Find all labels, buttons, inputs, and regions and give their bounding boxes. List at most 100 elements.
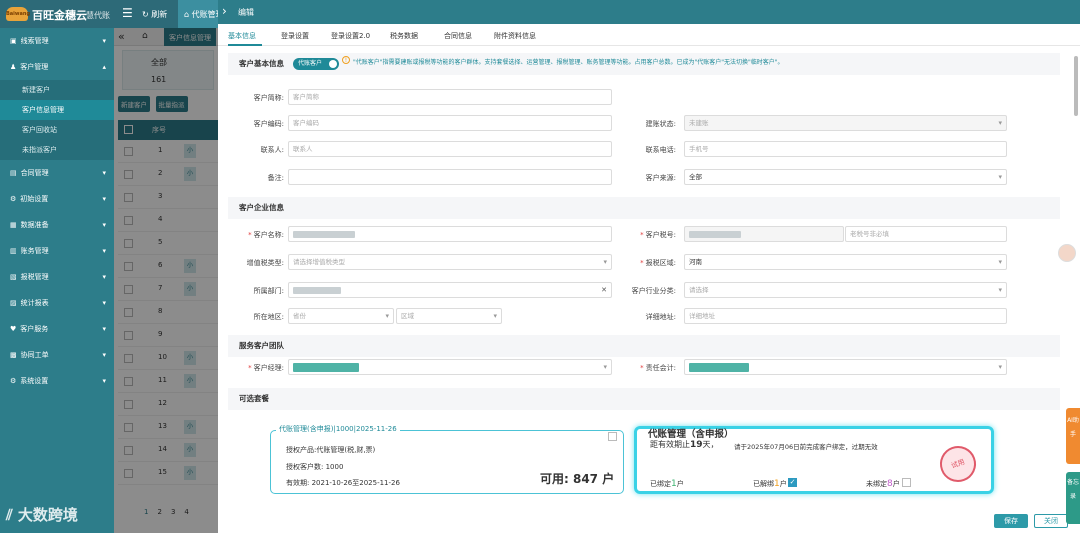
toggle-label: 代账客户 <box>298 60 323 67</box>
sidebar-item-label: 账务管理 <box>20 247 49 255</box>
save-button[interactable]: 保存 <box>994 514 1028 528</box>
tax-number-label: 客户税号: <box>606 230 676 240</box>
scrollbar[interactable] <box>1074 56 1078 116</box>
clue-icon: ▣ <box>10 37 17 45</box>
contact-label: 联系人: <box>260 146 284 154</box>
tab-login-settings-2[interactable]: 登录设置2.0 <box>331 31 370 41</box>
chevron-down-icon: ▾ <box>998 258 1002 266</box>
tax-area-select[interactable]: 河南 ▾ <box>684 254 1007 270</box>
vat-type-placeholder: 请选择增值税类型 <box>293 258 345 266</box>
district-placeholder: 区域 <box>401 312 414 320</box>
sidebar-item-contracts[interactable]: ▤ 合同管理 ▾ <box>0 160 114 186</box>
sidebar-item-label: 统计报表 <box>20 299 49 307</box>
sidebar-item-customers[interactable]: ♟ 客户管理 ▴ <box>0 54 114 80</box>
status-select[interactable]: 未建账 ▾ <box>684 115 1007 131</box>
region-label: 所在地区: <box>253 313 284 321</box>
sidebar-sub-recycle[interactable]: 客户回收站 <box>0 120 114 140</box>
settings-icon: ⚙ <box>10 377 17 385</box>
home-icon: ⌂ <box>184 10 192 19</box>
accountant-select[interactable]: ▾ <box>684 359 1007 375</box>
address-input[interactable]: 详细地址 <box>684 308 1007 324</box>
tab-login-settings[interactable]: 登录设置 <box>281 31 309 41</box>
old-tax-number-input[interactable]: 老税号非必填 <box>845 226 1007 242</box>
gear-icon: ⚙ <box>10 195 17 203</box>
refresh-button[interactable]: ↻ 刷新 <box>142 9 167 20</box>
chevron-up-icon: ▴ <box>102 63 106 71</box>
chevron-right-icon[interactable]: › <box>222 4 227 18</box>
sidebar-item-ledger[interactable]: ▥ 账务管理 ▾ <box>0 238 114 264</box>
app-brand-sub: 慧代账 <box>86 11 110 20</box>
remark-label: 备注: <box>267 174 284 182</box>
watermark: ⫽ 大数跨境 <box>6 504 78 525</box>
sidebar-item-init[interactable]: ⚙ 初始设置 ▾ <box>0 186 114 212</box>
remark-input[interactable] <box>288 169 612 185</box>
menu-icon[interactable]: ☰ <box>122 6 133 20</box>
chevron-down-icon: ▾ <box>102 299 106 307</box>
sidebar-item-tax[interactable]: ▧ 报税管理 ▾ <box>0 264 114 290</box>
watermark-logo-icon: ⫽ <box>6 506 18 524</box>
sidebar-item-label: 合同管理 <box>20 169 49 177</box>
redacted-text <box>293 286 341 294</box>
ai-assistant-tab[interactable]: AI助手 <box>1066 408 1080 464</box>
chevron-down-icon: ▾ <box>998 286 1002 294</box>
close-button[interactable]: 关闭 <box>1034 514 1068 528</box>
chevron-down-icon: ▾ <box>102 325 106 333</box>
chevron-down-icon: ▾ <box>102 37 106 45</box>
contract-icon: ▤ <box>10 169 17 177</box>
sidebar-sub-unassigned[interactable]: 未指派客户 <box>0 140 114 160</box>
tab-attachments[interactable]: 附件资料信息 <box>494 31 536 41</box>
chevron-down-icon: ▾ <box>102 247 106 255</box>
sidebar-sub-customer-info[interactable]: 客户信息管理 <box>0 100 114 120</box>
ledger-icon: ▥ <box>10 247 17 255</box>
sidebar-item-label: 客户服务 <box>20 325 49 333</box>
customer-type-toggle[interactable]: 代账客户 <box>293 58 339 70</box>
notbound-checkbox[interactable] <box>902 478 911 487</box>
manager-label: 客户经理: <box>214 363 284 373</box>
notbound-count: 未绑定8户 <box>866 479 900 489</box>
sidebar-item-service[interactable]: ♥ 客户服务 ▾ <box>0 316 114 342</box>
tax-number-input[interactable] <box>684 226 844 242</box>
unbound-count: 已解绑1户 <box>753 479 787 489</box>
province-select[interactable]: 省份 ▾ <box>288 308 394 324</box>
logo: Baiwang <box>6 7 30 21</box>
chevron-down-icon: ▾ <box>998 173 1002 181</box>
chart-icon: ▨ <box>10 299 17 307</box>
app-brand: 百旺金穗云 <box>32 9 87 22</box>
memo-tab[interactable]: 备忘录 <box>1066 472 1080 524</box>
code-input[interactable]: 客户编码 <box>288 115 612 131</box>
phone-input[interactable]: 手机号 <box>684 141 1007 157</box>
contact-input[interactable]: 联系人 <box>288 141 612 157</box>
manager-select[interactable]: ▾ <box>288 359 612 375</box>
company-name-label: 客户名称: <box>214 230 284 240</box>
sidebar-item-data[interactable]: ▦ 数据准备 ▾ <box>0 212 114 238</box>
tab-basic-info[interactable]: 基本信息 <box>228 31 256 41</box>
tax-area-label: 报税区域: <box>606 258 676 268</box>
unbound-checkbox[interactable]: ✓ <box>788 478 797 487</box>
section-packages: 可选套餐 <box>228 388 1060 410</box>
sidebar-item-label: 数据准备 <box>20 221 49 229</box>
source-label: 客户来源: <box>645 174 676 182</box>
source-value: 全部 <box>689 173 702 181</box>
chevron-down-icon: ▾ <box>102 377 106 385</box>
district-select[interactable]: 区域 ▾ <box>396 308 502 324</box>
company-name-input[interactable] <box>288 226 612 242</box>
sidebar-sub-new-customer[interactable]: 新建客户 <box>0 80 114 100</box>
sidebar-item-clues[interactable]: ▣ 线索管理 ▾ <box>0 28 114 54</box>
assistant-avatar[interactable] <box>1058 244 1076 262</box>
sidebar-item-tickets[interactable]: ▩ 协同工单 ▾ <box>0 342 114 368</box>
vat-type-select[interactable]: 请选择增值税类型 ▾ <box>288 254 612 270</box>
department-select[interactable]: ✕ <box>288 282 612 298</box>
package-1-checkbox[interactable] <box>608 432 617 441</box>
short-name-input[interactable]: 客户简称 <box>288 89 612 105</box>
industry-select[interactable]: 请选择 ▾ <box>684 282 1007 298</box>
tab-contract-info[interactable]: 合同信息 <box>444 31 472 41</box>
redacted-text <box>293 362 359 372</box>
tab-tax-data[interactable]: 税务数据 <box>390 31 418 41</box>
modal-overlay[interactable] <box>114 28 218 533</box>
vat-type-label: 增值税类型: <box>246 259 284 267</box>
redacted-text <box>293 230 355 238</box>
sidebar-item-reports[interactable]: ▨ 统计报表 ▾ <box>0 290 114 316</box>
status-label: 建账状态: <box>645 120 676 128</box>
source-select[interactable]: 全部 ▾ <box>684 169 1007 185</box>
sidebar-item-system[interactable]: ⚙ 系统设置 ▾ <box>0 368 114 394</box>
